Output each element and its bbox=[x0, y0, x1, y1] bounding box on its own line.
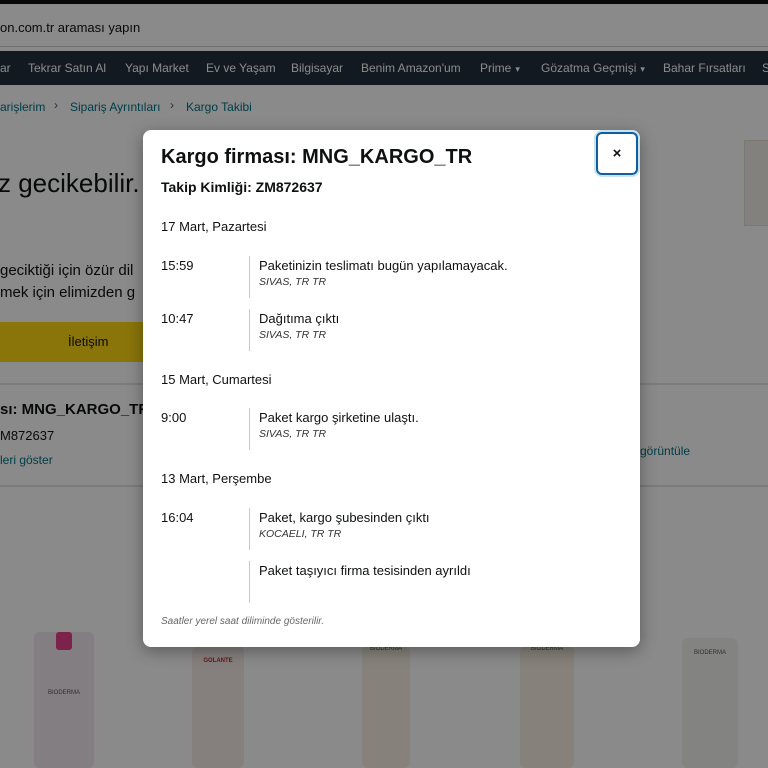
tracking-modal: × Kargo firması: MNG_KARGO_TR Takip Kiml… bbox=[143, 130, 640, 647]
timeline-divider bbox=[249, 508, 250, 550]
event-description: Dağıtıma çıktı bbox=[259, 311, 340, 326]
close-button[interactable]: × bbox=[596, 132, 638, 175]
close-icon: × bbox=[612, 145, 622, 162]
event-time: 10:47 bbox=[161, 311, 194, 326]
event-location: KOCAELI, TR TR bbox=[259, 528, 342, 540]
event-time: 15:59 bbox=[161, 258, 194, 273]
event-description: Paket taşıyıcı firma tesisinden ayrıldı bbox=[259, 563, 471, 578]
modal-title: Kargo firması: MNG_KARGO_TR bbox=[161, 146, 473, 168]
timeline-divider bbox=[249, 309, 250, 351]
day-header: 17 Mart, Pazartesi bbox=[161, 219, 267, 234]
event-location: SIVAS, TR TR bbox=[259, 329, 327, 341]
event-description: Paketinizin teslimatı bugün yapılamayaca… bbox=[259, 258, 508, 273]
event-time: 16:04 bbox=[161, 510, 194, 525]
timezone-note: Saatler yerel saat diliminde gösterilir. bbox=[161, 616, 325, 627]
event-description: Paket kargo şirketine ulaştı. bbox=[259, 410, 419, 425]
timeline-divider bbox=[249, 408, 250, 450]
day-header: 13 Mart, Perşembe bbox=[161, 471, 272, 486]
tracking-id: Takip Kimliği: ZM872637 bbox=[161, 179, 323, 195]
event-location: SIVAS, TR TR bbox=[259, 276, 327, 288]
timeline-divider bbox=[249, 256, 250, 298]
timeline-divider bbox=[249, 561, 250, 603]
event-time: 9:00 bbox=[161, 410, 187, 425]
event-description: Paket, kargo şubesinden çıktı bbox=[259, 510, 430, 525]
event-location: SIVAS, TR TR bbox=[259, 428, 327, 440]
day-header: 15 Mart, Cumartesi bbox=[161, 372, 272, 387]
